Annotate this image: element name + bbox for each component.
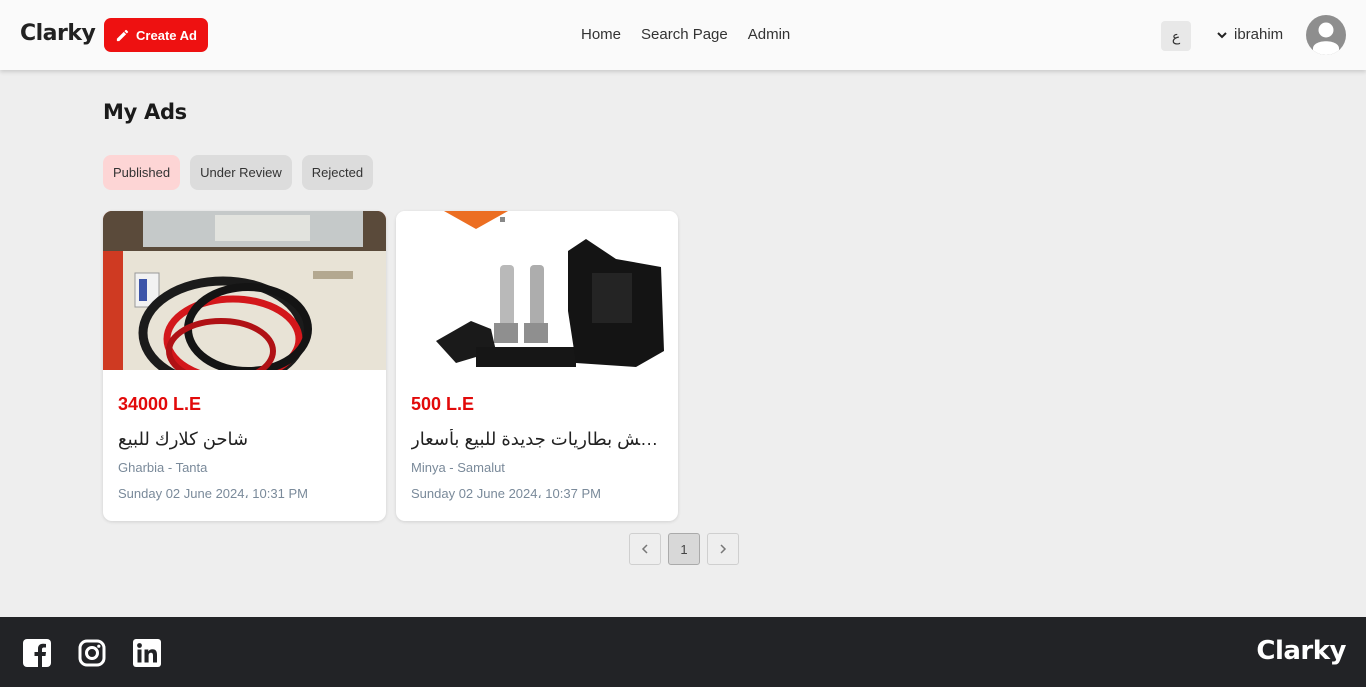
language-toggle-button[interactable]: ع [1161, 21, 1191, 51]
footer: Clarky [0, 617, 1366, 687]
facebook-icon[interactable] [23, 639, 51, 667]
previous-page-button[interactable] [629, 533, 661, 565]
ad-title: فيش بطاريات جديدة للبيع بأسعار... [411, 429, 663, 449]
chevron-right-icon [720, 544, 727, 554]
linkedin-icon[interactable] [133, 639, 161, 667]
tab-published[interactable]: Published [103, 155, 181, 190]
tab-under-review[interactable]: Under Review [190, 155, 292, 190]
ad-location: Gharbia - Tanta [118, 460, 208, 475]
page-title: My Ads [103, 100, 187, 124]
nav-home[interactable]: Home [581, 26, 621, 43]
create-ad-button[interactable]: Create Ad [104, 18, 208, 52]
ad-date: Sunday 02 June 2024، 10:31 PM [118, 486, 308, 501]
username-label: ibrahim [1234, 26, 1284, 43]
chevron-down-icon [1217, 31, 1227, 38]
ad-price: 500 L.E [411, 394, 475, 414]
site-logo[interactable]: Clarky [20, 21, 96, 46]
ad-location: Minya - Samalut [411, 460, 505, 475]
page-number-button[interactable]: 1 [668, 533, 700, 565]
create-ad-label: Create Ad [136, 27, 197, 43]
ad-card[interactable]: 500 L.E فيش بطاريات جديدة للبيع بأسعار..… [396, 211, 678, 521]
pencil-icon [116, 29, 129, 41]
user-avatar-icon [1313, 22, 1339, 55]
avatar[interactable] [1306, 15, 1346, 55]
tab-rejected[interactable]: Rejected [301, 155, 374, 190]
ad-date: Sunday 02 June 2024، 10:37 PM [411, 486, 601, 501]
top-navbar: Clarky Create Ad Home Search Page Admin … [0, 0, 1366, 70]
nav-search-page[interactable]: Search Page [641, 26, 728, 43]
ad-status-tabs: Published Under Review Rejected [103, 155, 374, 190]
instagram-icon[interactable] [78, 639, 106, 667]
ad-image [103, 211, 386, 370]
chevron-left-icon [641, 544, 648, 554]
ad-card[interactable]: 34000 L.E شاحن كلارك للبيع Gharbia - Tan… [103, 211, 386, 521]
nav-admin[interactable]: Admin [748, 26, 791, 43]
pagination: 1 [629, 533, 739, 565]
main-nav: Home Search Page Admin [581, 26, 790, 43]
ad-price: 34000 L.E [118, 394, 202, 414]
user-menu-dropdown[interactable]: ibrahim [1216, 26, 1283, 43]
footer-logo: Clarky [1256, 636, 1346, 666]
social-links [23, 639, 161, 667]
ad-title: شاحن كلارك للبيع [118, 429, 249, 449]
ad-image [396, 211, 678, 370]
next-page-button[interactable] [707, 533, 739, 565]
